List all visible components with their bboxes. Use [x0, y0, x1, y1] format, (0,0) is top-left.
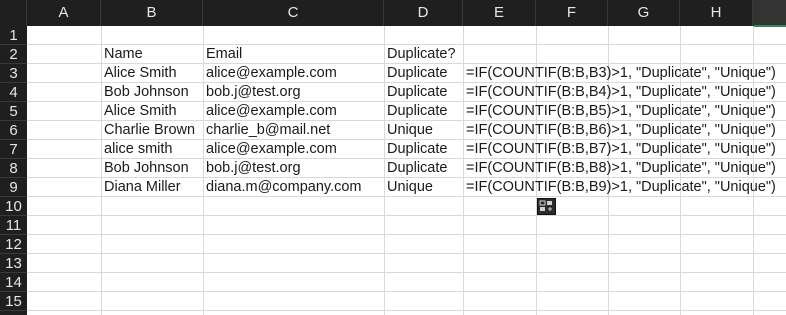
row-header-partial — [0, 311, 27, 315]
selection-indicator — [754, 25, 786, 27]
cell-b9[interactable]: Diana Miller — [101, 178, 181, 197]
cell-b6[interactable]: Charlie Brown — [101, 121, 195, 140]
cell-b4[interactable]: Bob Johnson — [101, 83, 189, 102]
cell-c6[interactable]: charlie_b@mail.net — [203, 121, 330, 140]
cell-b8[interactable]: Bob Johnson — [101, 159, 189, 178]
cell-e8[interactable]: =IF(COUNTIF(B:B,B8)>1, "Duplicate", "Uni… — [463, 159, 776, 178]
cell-c8[interactable]: bob.j@test.org — [203, 159, 301, 178]
gridline — [27, 291, 786, 292]
row-header-15[interactable]: 15 — [0, 292, 27, 311]
column-header-g[interactable]: G — [608, 0, 680, 26]
cell-e3[interactable]: =IF(COUNTIF(B:B,B3)>1, "Duplicate", "Uni… — [463, 64, 776, 83]
row-header-9[interactable]: 9 — [0, 178, 27, 197]
cell-c4[interactable]: bob.j@test.org — [203, 83, 301, 102]
cell-d3[interactable]: Duplicate — [384, 64, 447, 83]
cell-d2[interactable]: Duplicate? — [384, 45, 463, 64]
cell-d9[interactable]: Unique — [384, 178, 433, 197]
row-header-14[interactable]: 14 — [0, 273, 27, 292]
cell-e9[interactable]: =IF(COUNTIF(B:B,B9)>1, "Duplicate", "Uni… — [463, 178, 776, 197]
gridline — [27, 253, 786, 254]
column-header-e[interactable]: E — [463, 0, 536, 26]
cell-c3[interactable]: alice@example.com — [203, 64, 337, 83]
spreadsheet: A B C D E F G H 1 2 3 4 5 6 7 8 9 10 11 … — [0, 0, 786, 315]
row-header-10[interactable]: 10 — [0, 197, 27, 216]
row-header-8[interactable]: 8 — [0, 159, 27, 178]
column-header-a[interactable]: A — [27, 0, 101, 26]
column-header-b[interactable]: B — [101, 0, 203, 26]
cell-b2[interactable]: Name — [101, 45, 203, 64]
gridline — [27, 310, 786, 311]
column-header-d[interactable]: D — [384, 0, 463, 26]
row-header-12[interactable]: 12 — [0, 235, 27, 254]
row-header-6[interactable]: 6 — [0, 121, 27, 140]
cell-e6[interactable]: =IF(COUNTIF(B:B,B6)>1, "Duplicate", "Uni… — [463, 121, 776, 140]
cell-e4[interactable]: =IF(COUNTIF(B:B,B4)>1, "Duplicate", "Uni… — [463, 83, 776, 102]
cell-e7[interactable]: =IF(COUNTIF(B:B,B7)>1, "Duplicate", "Uni… — [463, 140, 776, 159]
row-header-3[interactable]: 3 — [0, 64, 27, 83]
cell-d5[interactable]: Duplicate — [384, 102, 447, 121]
row-header-13[interactable]: 13 — [0, 254, 27, 273]
cell-c5[interactable]: alice@example.com — [203, 102, 337, 121]
column-header-f[interactable]: F — [536, 0, 608, 26]
cell-c7[interactable]: alice@example.com — [203, 140, 337, 159]
gridline — [27, 215, 786, 216]
cell-d8[interactable]: Duplicate — [384, 159, 447, 178]
cell-e5[interactable]: =IF(COUNTIF(B:B,B5)>1, "Duplicate", "Uni… — [463, 102, 776, 121]
gridline — [27, 234, 786, 235]
cell-c2[interactable]: Email — [203, 45, 384, 64]
row-header-11[interactable]: 11 — [0, 216, 27, 235]
row-header-7[interactable]: 7 — [0, 140, 27, 159]
quick-analysis-button[interactable] — [537, 198, 556, 215]
cell-b7[interactable]: alice smith — [101, 140, 173, 159]
cell-d6[interactable]: Unique — [384, 121, 433, 140]
cell-b3[interactable]: Alice Smith — [101, 64, 177, 83]
cell-d4[interactable]: Duplicate — [384, 83, 447, 102]
cell-d7[interactable]: Duplicate — [384, 140, 447, 159]
row-header-5[interactable]: 5 — [0, 102, 27, 121]
column-header-c[interactable]: C — [203, 0, 384, 26]
cell-c9[interactable]: diana.m@company.com — [203, 178, 362, 197]
row-header-4[interactable]: 4 — [0, 83, 27, 102]
column-header-h[interactable]: H — [680, 0, 753, 26]
row-header-2[interactable]: 2 — [0, 45, 27, 64]
row-header-1[interactable]: 1 — [0, 26, 27, 45]
quick-analysis-icon — [538, 199, 555, 214]
select-all-corner[interactable] — [0, 0, 27, 26]
cell-b5[interactable]: Alice Smith — [101, 102, 177, 121]
column-header-partial[interactable] — [753, 0, 786, 26]
gridline — [27, 272, 786, 273]
